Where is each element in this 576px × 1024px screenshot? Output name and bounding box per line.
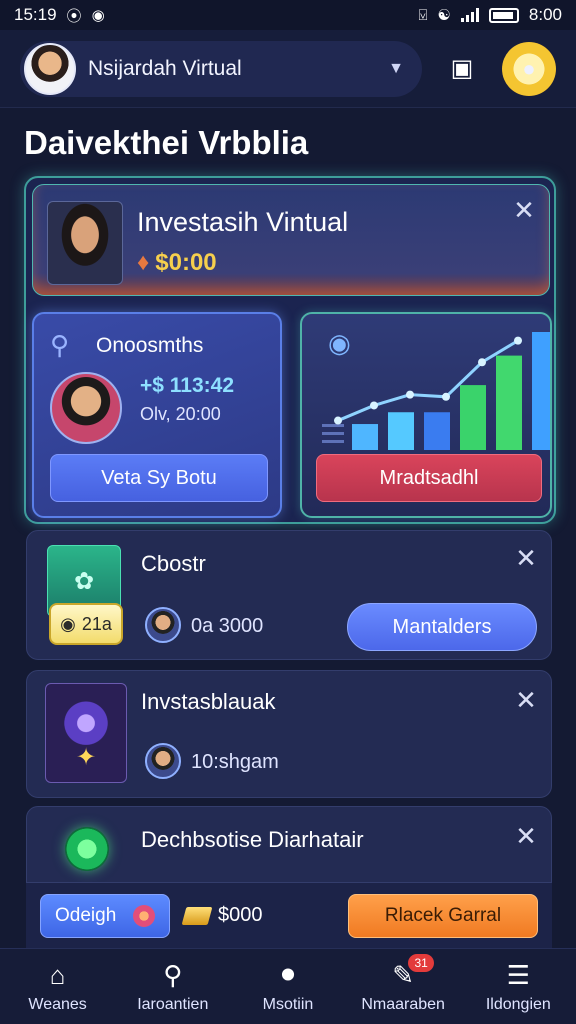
nav-item-menu[interactable]: ☰ Ildongien [463,960,573,1014]
wallet-icon: ▣ [450,55,474,82]
menu-icon: ☰ [506,959,530,990]
chart-point [406,390,414,399]
signal-icon [460,8,479,22]
chart-legend-line [322,432,344,435]
list-item[interactable]: ✿ ◉ 21a Cbostr 0a 3000 Mantalders ✕ [26,530,552,660]
home-icon: ⌂ [49,959,66,990]
wifi-icon: ☯ [437,7,451,24]
chart-point [514,336,522,345]
page-title: Daivekthei Vrbblia [24,124,309,161]
status-right: ⍌ ☯ 8:00 [418,5,562,25]
coins-icon: ● [522,55,536,81]
nav-item-edit[interactable]: ✎ 31 Nmaaraben [348,953,458,1014]
chart-point [334,416,342,425]
gold-bar-icon [181,906,213,925]
nav-label: Weanes [28,995,87,1013]
status-bar: 15:19 ⦿ ◉ ⍌ ☯ 8:00 [0,0,576,30]
list-item-title: Dechbsotise Diarhatair [141,827,364,852]
growth-chart-card: ◉ Mradtsadhl [300,312,552,518]
earnings-action-button[interactable]: Veta Sy Botu [50,454,268,502]
account-switcher[interactable]: Nsijardah Virtual ▼ [20,40,422,97]
earnings-title: Onoosmths [96,334,204,357]
chart-legend-line [322,440,344,443]
right-action-button[interactable]: Rlacek Garral [348,893,538,938]
earnings-card: ⚲ Onoosmths +$ 113:42 Olv, 20:00 Veta Sy… [32,312,282,518]
top-bar: Nsijardah Virtual ▼ ▣ ● [0,30,576,108]
list-item-button[interactable]: Mantalders [347,603,537,651]
battery-icon [488,7,519,23]
list-item-meta: 10:shgam [191,751,279,773]
badge-label: 21a [81,613,112,634]
chart-point [478,358,486,367]
drop-icon: ⚫ [277,959,299,990]
list-item-meta: 0a 3000 [191,615,264,637]
search-icon: ⚲ [50,330,70,360]
coin-icon: ♦ [137,249,150,276]
status-time: 15:19 [14,5,57,24]
nav-item-home[interactable]: ⌂ Weanes [3,960,113,1014]
chart-trend-line [337,339,519,422]
search-icon: ⚲ [163,959,183,990]
chart-bar [496,355,522,450]
hero-amount: ♦ $0:00 [137,249,217,277]
reward-icon [133,904,155,927]
gold-amount: $000 [218,904,263,926]
coins-avatar[interactable]: ● [502,41,556,96]
chart-bar [460,385,486,450]
close-icon[interactable]: ✕ [511,543,541,573]
nav-label: Iaroantien [137,995,209,1013]
action-bar: Odeigh $000 Rlacek Garral [26,882,552,948]
nav-label: Nmaaraben [361,995,445,1013]
hero-amount-value: $0:00 [155,249,217,276]
nav-label: Ildongien [485,995,551,1013]
status-clock: 8:00 [528,5,562,24]
notification-badge: 31 [408,953,435,972]
nfc-icon: ⍌ [418,6,428,24]
growth-action-button[interactable]: Mradtsadhl [316,454,542,502]
earnings-date: Olv, 20:00 [140,404,221,424]
earnings-amount: +$ 113:42 [140,374,235,397]
left-action-button[interactable]: Odeigh [40,893,170,938]
hero-profile-photo [47,201,123,285]
list-item-title: Invstasblauak [141,689,276,714]
nav-label: Msotiin [262,995,314,1013]
chart-point [442,392,450,401]
bottom-nav: ⌂ Weanes ⚲ Iaroantien ⚫ Msotiin ✎ 31 Nma… [0,948,576,1024]
chart-bar [388,412,414,450]
thumbnail-badge: ◉ 21a [49,603,123,645]
earnings-avatar [50,372,122,444]
account-name: Nsijardah Virtual [88,56,242,80]
hero-banner[interactable]: Investasih Vintual ♦ $0:00 ✕ [32,184,550,296]
badge-icon: ◉ [60,613,76,634]
list-item-avatar [145,743,181,779]
chart-legend-line [322,424,344,427]
list-item-title: Cbostr [141,551,206,576]
chart-bar [424,412,450,450]
target-icon [65,827,109,871]
hero-title: Investasih Vintual [137,207,349,237]
nav-item-search[interactable]: ⚲ Iaroantien [118,960,228,1014]
list-item-avatar [145,607,181,643]
chevron-down-icon[interactable]: ▼ [388,60,404,78]
chart-bar [352,424,378,450]
hero-close-icon[interactable]: ✕ [509,195,539,225]
app-notification-icon: ◉ [91,7,105,24]
notification-icon: ⦿ [66,7,82,25]
nav-item-drop[interactable]: ⚫ Msotiin [233,960,343,1014]
leaf-icon: ✿ [73,567,95,595]
close-icon[interactable]: ✕ [511,685,541,715]
profile-avatar[interactable] [24,42,76,95]
chat-bubble-icon: ◉ [328,328,351,358]
left-action-label: Odeigh [55,904,117,926]
list-item[interactable]: ✦ Invstasblauak 10:shgam ✕ [26,670,552,798]
close-icon[interactable]: ✕ [511,821,541,851]
chart-bar [532,332,550,450]
chart-point [370,401,378,410]
gold-balance: $000 [181,904,263,927]
star-icon: ✦ [75,744,97,771]
wallet-button[interactable]: ▣ [436,43,488,95]
hero-card: Investasih Vintual ♦ $0:00 ✕ ⚲ Onoosmths … [24,176,556,524]
thumbnail-star: ✦ [45,683,127,783]
status-left: 15:19 ⦿ ◉ [14,5,105,26]
